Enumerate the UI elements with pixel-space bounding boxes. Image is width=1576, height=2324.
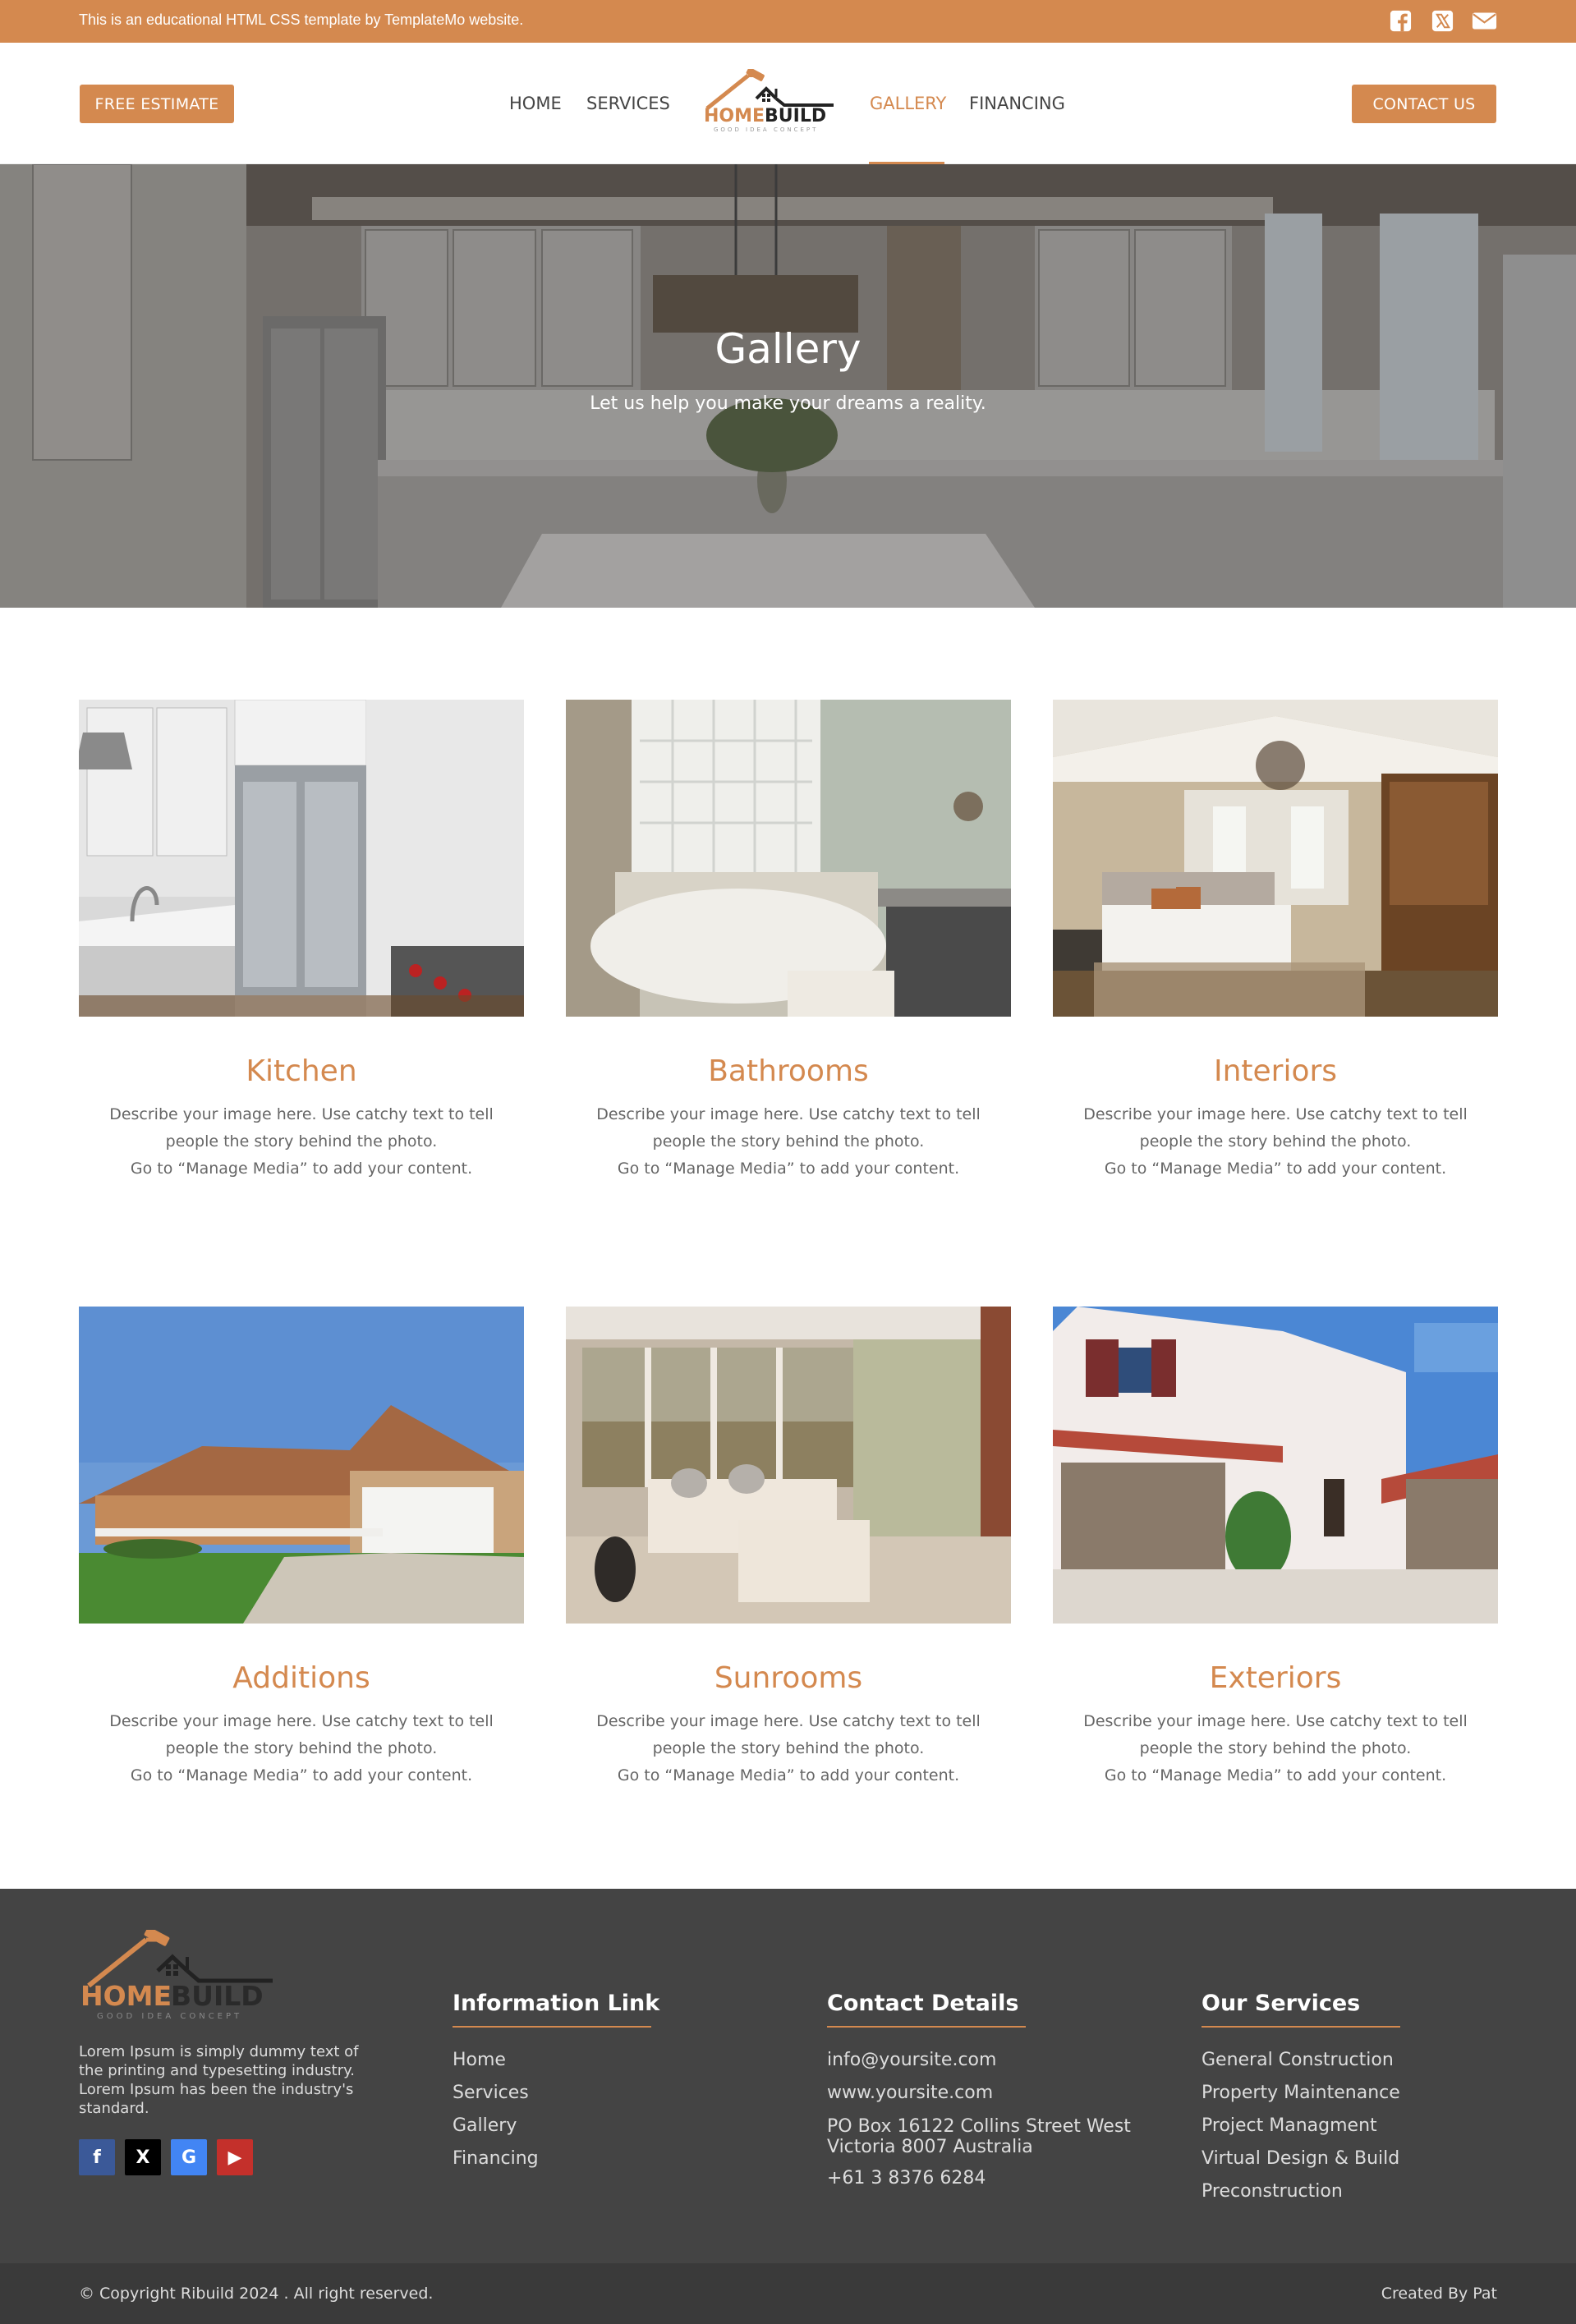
footer-address-line1: PO Box 16122 Collins Street West xyxy=(827,2116,1131,2137)
logo-home-text: HOME xyxy=(704,106,765,126)
card-description-cta: Go to “Manage Media” to add your content… xyxy=(130,1766,473,1784)
copyright-text: © Copyright Ribuild 2024 . All right res… xyxy=(79,2285,434,2303)
free-estimate-button[interactable]: FREE ESTIMATE xyxy=(80,85,234,123)
footer-service-link[interactable]: Virtual Design & Build xyxy=(1202,2143,1400,2175)
topbar-notice: This is an educational HTML CSS template… xyxy=(79,11,524,28)
nav-home[interactable]: HOME xyxy=(509,94,562,113)
footer-email-link[interactable]: info@yoursite.com xyxy=(827,2044,1131,2077)
copyright-bar: © Copyright Ribuild 2024 . All right res… xyxy=(0,2263,1576,2324)
page-title: Gallery xyxy=(714,325,862,373)
footer-contact-details: Contact Details info@yoursite.com www.yo… xyxy=(827,1991,1131,2195)
card-title: Kitchen xyxy=(246,1054,357,1088)
kitchen-hero-image xyxy=(0,164,1576,608)
site-header: FREE ESTIMATE HOME SERVICES HOME BUILD G… xyxy=(0,43,1576,164)
footer-logo-build-text: BUILD xyxy=(171,1980,264,2012)
contact-us-button[interactable]: CONTACT US xyxy=(1352,85,1496,123)
gallery-card-additions[interactable]: Additions Describe your image here. Use … xyxy=(79,1307,524,1789)
gallery-card-interiors[interactable]: Interiors Describe your image here. Use … xyxy=(1053,700,1498,1183)
additions-photo[interactable] xyxy=(79,1307,524,1624)
footer-address: PO Box 16122 Collins Street West Victori… xyxy=(827,2110,1131,2162)
card-description-cta: Go to “Manage Media” to add your content… xyxy=(617,1160,960,1178)
footer-address-line2: Victoria 8007 Australia xyxy=(827,2137,1033,2157)
footer-social-links: f X G ▶ xyxy=(79,2139,253,2175)
card-title: Sunrooms xyxy=(714,1661,863,1695)
gallery-card-sunrooms[interactable]: Sunrooms Describe your image here. Use c… xyxy=(566,1307,1011,1789)
logo-build-text: BUILD xyxy=(765,106,826,126)
card-description-text: Describe your image here. Use catchy tex… xyxy=(596,1712,981,1757)
card-description: Describe your image here. Use catchy tex… xyxy=(566,1101,1011,1183)
homebuild-logo[interactable]: HOME BUILD GOOD IDEA CONCEPT xyxy=(702,69,837,135)
site-footer: HOME BUILD GOOD IDEA CONCEPT Lorem Ipsum… xyxy=(0,1889,1576,2263)
footer-phone-link[interactable]: +61 3 8376 6284 xyxy=(827,2162,1131,2195)
footer-service-link[interactable]: Project Managment xyxy=(1202,2110,1400,2143)
card-description: Describe your image here. Use catchy tex… xyxy=(566,1708,1011,1789)
kitchen-photo[interactable] xyxy=(79,700,524,1017)
card-description-text: Describe your image here. Use catchy tex… xyxy=(1083,1105,1468,1151)
card-description-cta: Go to “Manage Media” to add your content… xyxy=(1104,1766,1447,1784)
credit-text: Created By Pat xyxy=(1381,2285,1497,2303)
bathroom-photo[interactable] xyxy=(566,700,1011,1017)
card-description-text: Describe your image here. Use catchy tex… xyxy=(596,1105,981,1151)
footer-link-home[interactable]: Home xyxy=(453,2044,659,2077)
card-title: Additions xyxy=(232,1661,370,1695)
footer-service-link[interactable]: Preconstruction xyxy=(1202,2175,1400,2208)
footer-heading-rule xyxy=(453,2026,651,2028)
footer-link-gallery[interactable]: Gallery xyxy=(453,2110,659,2143)
card-title: Interiors xyxy=(1213,1054,1338,1088)
topbar-social-icons xyxy=(1388,9,1497,33)
gallery-card-exteriors[interactable]: Exteriors Describe your image here. Use … xyxy=(1053,1307,1498,1789)
footer-info-heading: Information Link xyxy=(453,1991,660,2016)
card-title: Exteriors xyxy=(1209,1661,1342,1695)
footer-logo-home-text: HOME xyxy=(80,1980,172,2012)
footer-services-heading: Our Services xyxy=(1202,1991,1361,2016)
gallery-card-bathrooms[interactable]: Bathrooms Describe your image here. Use … xyxy=(566,700,1011,1183)
card-description-text: Describe your image here. Use catchy tex… xyxy=(109,1105,494,1151)
nav-financing[interactable]: FINANCING xyxy=(969,94,1065,113)
nav-services[interactable]: SERVICES xyxy=(586,94,670,113)
envelope-icon[interactable] xyxy=(1472,9,1497,33)
footer-heading-rule xyxy=(1202,2026,1400,2028)
footer-website-link[interactable]: www.yoursite.com xyxy=(827,2077,1131,2110)
youtube-icon[interactable]: ▶ xyxy=(217,2139,253,2175)
card-description: Describe your image here. Use catchy tex… xyxy=(79,1101,524,1183)
footer-service-link[interactable]: Property Maintenance xyxy=(1202,2077,1400,2110)
gallery-card-kitchen[interactable]: Kitchen Describe your image here. Use ca… xyxy=(79,700,524,1183)
page-subtitle: Let us help you make your dreams a reali… xyxy=(590,393,986,414)
card-description-text: Describe your image here. Use catchy tex… xyxy=(109,1712,494,1757)
card-description-cta: Go to “Manage Media” to add your content… xyxy=(617,1766,960,1784)
footer-link-financing[interactable]: Financing xyxy=(453,2143,659,2175)
google-icon[interactable]: G xyxy=(171,2139,207,2175)
card-description-text: Describe your image here. Use catchy tex… xyxy=(1083,1712,1468,1757)
card-description-cta: Go to “Manage Media” to add your content… xyxy=(1104,1160,1447,1178)
footer-heading-rule xyxy=(827,2026,1026,2028)
facebook-icon[interactable]: f xyxy=(79,2139,115,2175)
footer-logo-tagline: GOOD IDEA CONCEPT xyxy=(97,2012,242,2021)
card-title: Bathrooms xyxy=(708,1054,869,1088)
footer-contact-heading: Contact Details xyxy=(827,1991,1019,2016)
interiors-photo[interactable] xyxy=(1053,700,1498,1017)
top-bar: This is an educational HTML CSS template… xyxy=(0,0,1576,43)
logo-tagline: GOOD IDEA CONCEPT xyxy=(714,126,818,133)
footer-homebuild-logo[interactable]: HOME BUILD GOOD IDEA CONCEPT xyxy=(79,1930,276,2022)
footer-service-link[interactable]: General Construction xyxy=(1202,2044,1400,2077)
exteriors-photo[interactable] xyxy=(1053,1307,1498,1624)
card-description: Describe your image here. Use catchy tex… xyxy=(79,1708,524,1789)
card-description: Describe your image here. Use catchy tex… xyxy=(1053,1101,1498,1183)
facebook-square-icon[interactable] xyxy=(1388,9,1413,33)
card-description: Describe your image here. Use catchy tex… xyxy=(1053,1708,1498,1789)
sunrooms-photo[interactable] xyxy=(566,1307,1011,1624)
nav-gallery[interactable]: GALLERY xyxy=(870,94,946,113)
footer-about-text: Lorem Ipsum is simply dummy text of the … xyxy=(79,2043,359,2117)
x-twitter-icon[interactable]: X xyxy=(125,2139,161,2175)
footer-info-links: Information Link Home Services Gallery F… xyxy=(453,1991,659,2175)
card-description-cta: Go to “Manage Media” to add your content… xyxy=(130,1160,473,1178)
hero-banner: Gallery Let us help you make your dreams… xyxy=(0,164,1576,608)
footer-our-services: Our Services General Construction Proper… xyxy=(1202,1991,1400,2208)
x-twitter-icon[interactable] xyxy=(1430,9,1455,33)
footer-link-services[interactable]: Services xyxy=(453,2077,659,2110)
